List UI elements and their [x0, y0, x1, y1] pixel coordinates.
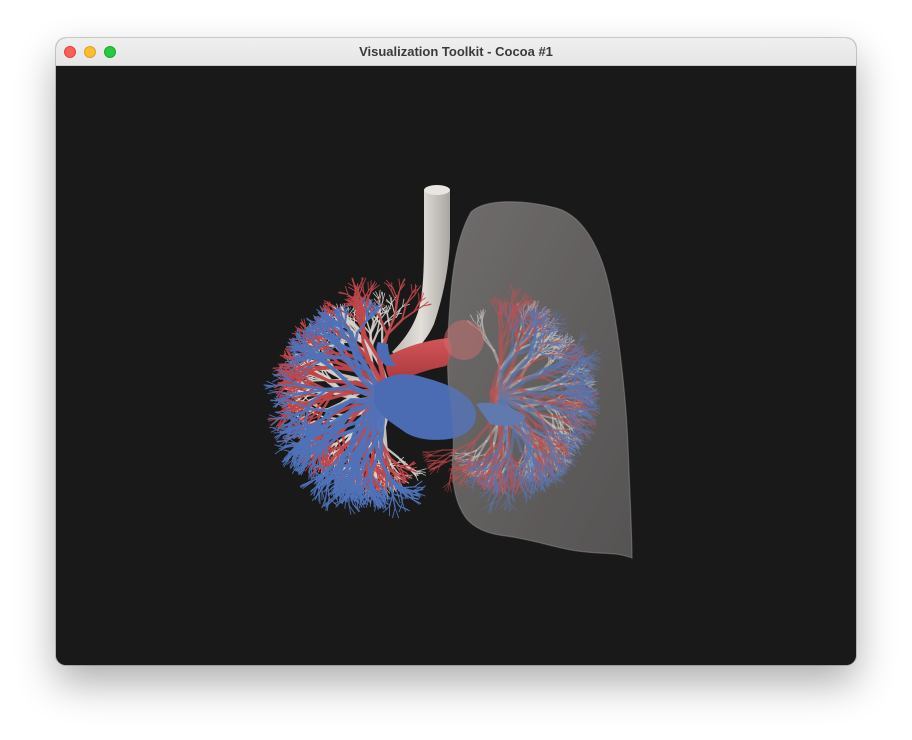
lung-overlay — [447, 201, 632, 558]
window-title: Visualization Toolkit - Cocoa #1 — [359, 44, 553, 59]
render-viewport[interactable] — [56, 66, 856, 665]
trachea — [392, 185, 450, 362]
app-window: Visualization Toolkit - Cocoa #1 — [56, 38, 856, 665]
title-bar[interactable]: Visualization Toolkit - Cocoa #1 — [56, 38, 856, 66]
lung-vessel-render — [263, 185, 633, 559]
